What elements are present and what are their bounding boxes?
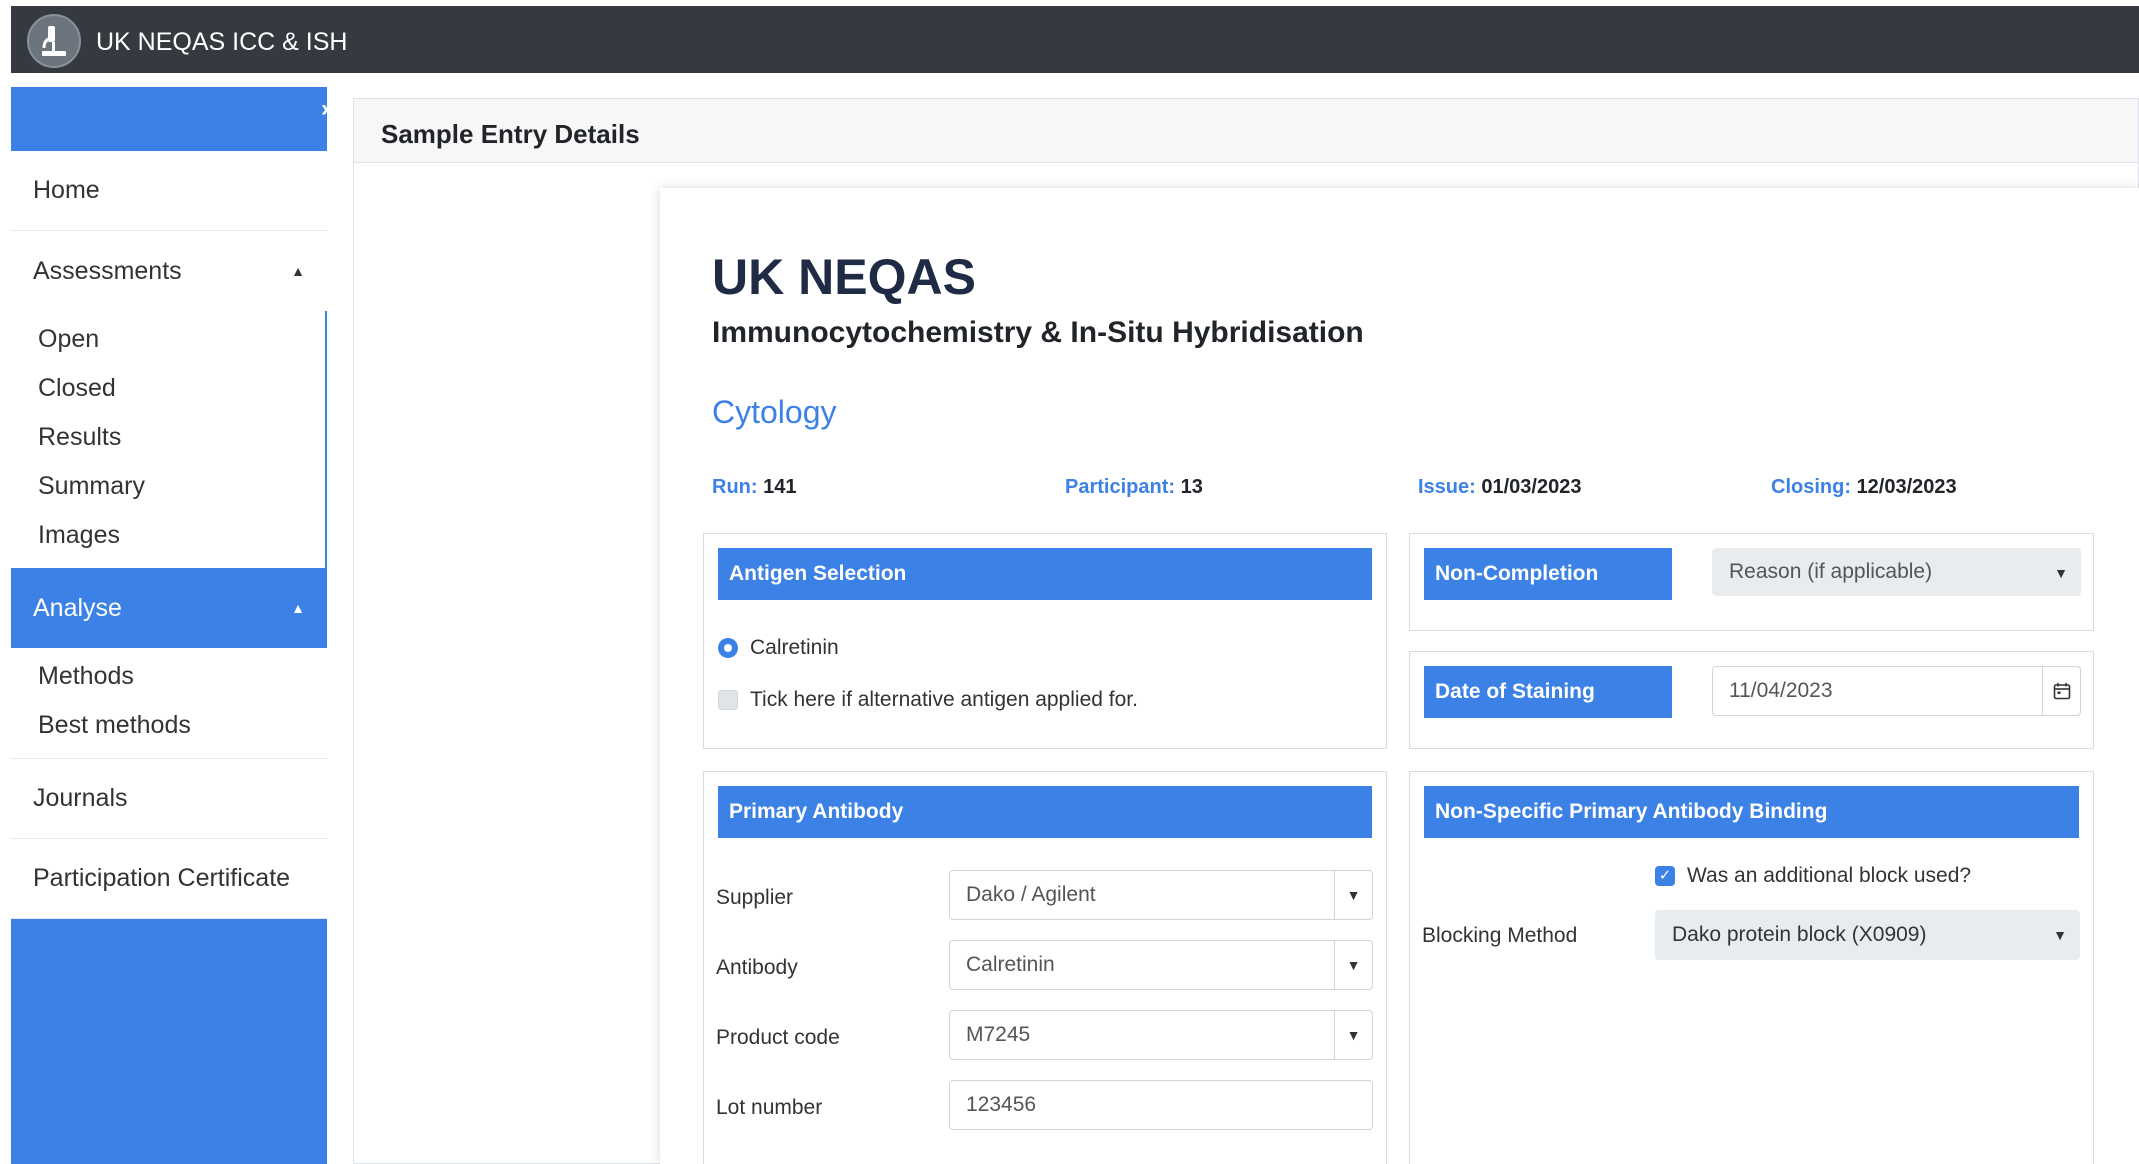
sidebar-item-participation-certificate[interactable]: Participation Certificate (11, 839, 327, 919)
sidebar-subitem-methods[interactable]: Methods (11, 652, 327, 701)
supplier-value: Dako / Agilent (966, 883, 1096, 906)
calendar-icon[interactable] (2042, 667, 2080, 715)
assessments-submenu: Open Closed Results Summary Images (11, 311, 327, 568)
closing-value: 12/03/2023 (1856, 476, 1957, 498)
date-of-staining-panel: Date of Staining 11/04/2023 (1409, 651, 2094, 749)
sidebar-subitem-results[interactable]: Results (11, 413, 325, 462)
sidebar-item-label: Home (33, 176, 100, 204)
antigen-radio-option[interactable]: Calretinin (718, 636, 839, 660)
antigen-selection-panel: Antigen Selection Calretinin Tick here i… (703, 533, 1387, 749)
radio-selected-icon[interactable] (718, 638, 738, 658)
sidebar-item-label: Assessments (33, 256, 182, 285)
antigen-selection-heading: Antigen Selection (718, 548, 1372, 600)
caret-down-icon: ▼ (1334, 941, 1372, 989)
sidebar-item-assessments[interactable]: Assessments ▲ (11, 231, 327, 311)
closing-info: Closing: 12/03/2023 (1771, 476, 1957, 499)
sidebar-item-label: Analyse (33, 593, 122, 622)
sidebar-toggle[interactable]: › (11, 87, 329, 151)
antibody-label: Antibody (716, 956, 798, 979)
blocking-method-value: Dako protein block (X0909) (1672, 923, 1927, 946)
alternative-antigen-checkbox-row[interactable]: Tick here if alternative antigen applied… (718, 688, 1138, 712)
issue-label: Issue: (1418, 476, 1476, 498)
page-title: Sample Entry Details (354, 99, 2138, 163)
caret-up-icon: ▲ (291, 600, 305, 616)
primary-antibody-panel: Primary Antibody Supplier Dako / Agilent… (703, 771, 1387, 1164)
non-specific-binding-heading: Non-Specific Primary Antibody Binding (1424, 786, 2079, 838)
primary-antibody-heading: Primary Antibody (718, 786, 1372, 838)
top-navbar: UK NEQAS ICC & ISH (11, 6, 2139, 73)
app-title[interactable]: UK NEQAS ICC & ISH (96, 28, 347, 57)
non-specific-binding-panel: Non-Specific Primary Antibody Binding ✓ … (1409, 771, 2094, 1164)
caret-down-icon: ▼ (1334, 1011, 1372, 1059)
supplier-label: Supplier (716, 886, 794, 909)
issue-info: Issue: 01/03/2023 (1418, 476, 1581, 499)
product-code-select[interactable]: M7245 ▼ (949, 1010, 1373, 1060)
product-code-label: Product code (716, 1026, 840, 1049)
sidebar-item-label: Participation Certificate (33, 864, 291, 892)
closing-label: Closing: (1771, 476, 1851, 498)
non-completion-panel: Non-Completion Reason (if applicable) ▼ (1409, 533, 2094, 631)
sidebar-subitem-closed[interactable]: Closed (11, 364, 325, 413)
blocking-method-select[interactable]: Dako protein block (X0909) ▼ (1655, 910, 2080, 960)
antigen-option-label: Calretinin (750, 636, 839, 659)
caret-down-icon: ▼ (1334, 871, 1372, 919)
date-of-staining-input[interactable]: 11/04/2023 (1712, 666, 2081, 716)
participant-value: 13 (1180, 476, 1203, 498)
date-of-staining-heading: Date of Staining (1424, 666, 1672, 718)
sidebar-subitem-summary[interactable]: Summary (11, 462, 325, 511)
module-heading: Cytology (712, 394, 837, 430)
lot-number-value: 123456 (966, 1093, 1037, 1116)
non-completion-reason-value: Reason (if applicable) (1729, 560, 1933, 583)
subtitle-heading: Immunocytochemistry & In-Situ Hybridisat… (712, 316, 1364, 349)
caret-down-icon: ▼ (2053, 927, 2067, 943)
participant-info: Participant: 13 (1065, 476, 1203, 499)
form-paper: UK NEQAS Immunocytochemistry & In-Situ H… (660, 188, 2139, 1164)
lot-number-input[interactable]: 123456 (949, 1080, 1373, 1130)
caret-up-icon: ▲ (291, 263, 305, 279)
blocking-method-label: Blocking Method (1422, 924, 1578, 947)
additional-block-label: Was an additional block used? (1687, 864, 1972, 887)
antibody-select[interactable]: Calretinin ▼ (949, 940, 1373, 990)
alternative-antigen-checkbox[interactable] (718, 690, 738, 710)
sidebar: › Home Assessments ▲ Open Closed Results… (11, 87, 329, 1164)
additional-block-checkbox[interactable]: ✓ (1655, 866, 1675, 886)
antibody-value: Calretinin (966, 953, 1055, 976)
sidebar-item-home[interactable]: Home (11, 151, 327, 231)
run-value: 141 (763, 476, 797, 498)
org-heading: UK NEQAS (712, 249, 976, 305)
additional-block-checkbox-row[interactable]: ✓ Was an additional block used? (1655, 864, 1971, 888)
non-completion-reason-select[interactable]: Reason (if applicable) ▼ (1712, 548, 2081, 596)
microscope-logo-icon[interactable] (27, 14, 81, 68)
alternative-antigen-label: Tick here if alternative antigen applied… (750, 688, 1138, 711)
sidebar-item-label: Journals (33, 784, 128, 812)
issue-value: 01/03/2023 (1481, 476, 1582, 498)
run-label: Run: (712, 476, 758, 498)
date-of-staining-value: 11/04/2023 (1729, 679, 1833, 702)
lot-number-label: Lot number (716, 1096, 823, 1119)
product-code-value: M7245 (966, 1023, 1031, 1046)
sidebar-item-analyse[interactable]: Analyse ▲ (11, 568, 327, 648)
analyse-submenu: Methods Best methods (11, 648, 327, 759)
caret-down-icon: ▼ (2054, 565, 2068, 581)
sidebar-item-journals[interactable]: Journals (11, 759, 327, 839)
sidebar-subitem-open[interactable]: Open (11, 315, 325, 364)
sidebar-subitem-images[interactable]: Images (11, 511, 325, 560)
non-completion-heading: Non-Completion (1424, 548, 1672, 600)
supplier-select[interactable]: Dako / Agilent ▼ (949, 870, 1373, 920)
chevron-right-icon[interactable]: › (321, 95, 329, 123)
participant-label: Participant: (1065, 476, 1176, 498)
sidebar-subitem-best-methods[interactable]: Best methods (11, 701, 327, 750)
run-info: Run: 141 (712, 476, 796, 499)
